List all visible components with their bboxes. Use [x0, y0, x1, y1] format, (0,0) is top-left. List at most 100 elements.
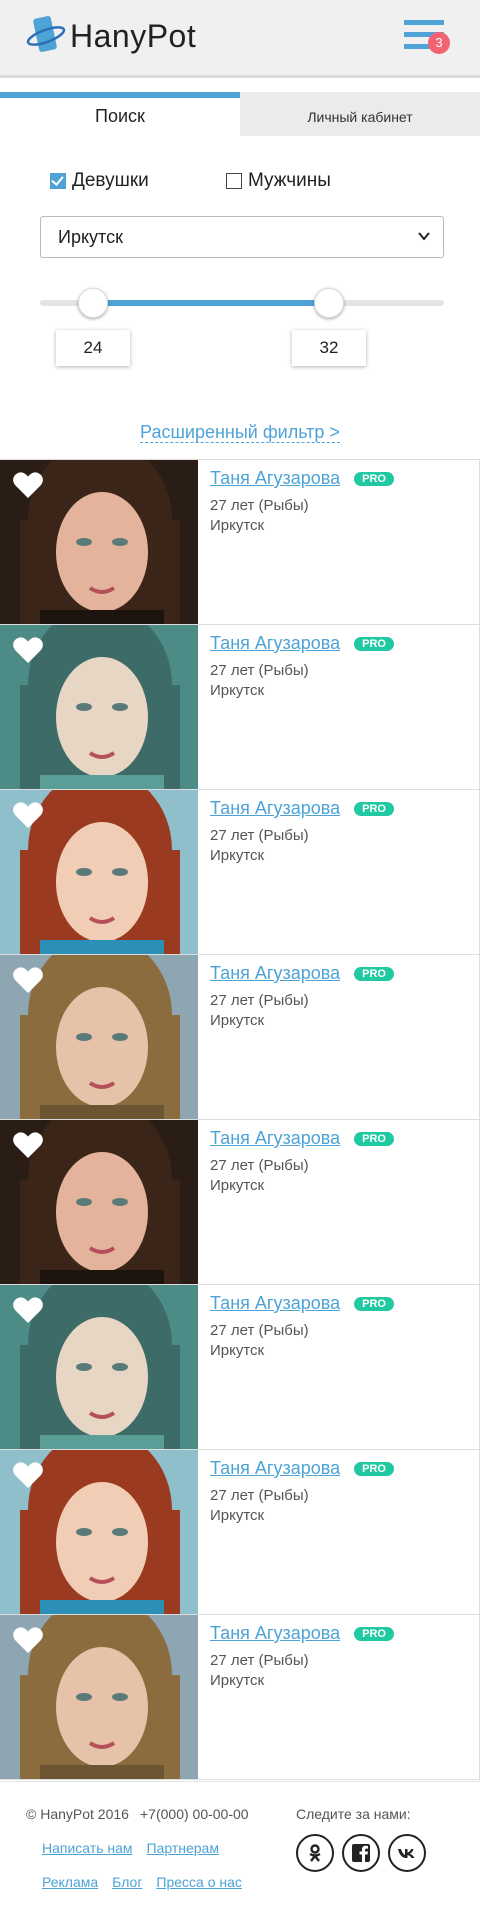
follow-label: Следите за нами: [296, 1806, 411, 1822]
footer: © HanyPot 2016 +7(000) 00-00-00 Следите … [0, 1781, 480, 1908]
profile-city: Иркутск [210, 682, 265, 699]
pro-badge: PRO [354, 636, 394, 651]
brand-name: HanyPot [70, 17, 197, 54]
profile-photo[interactable] [0, 1285, 198, 1449]
menu-button[interactable]: 3 [404, 20, 450, 56]
profile-age: 27 лет (Рыбы) [210, 1652, 309, 1669]
gender-girls-label: Девушки [72, 170, 149, 191]
heart-icon[interactable] [12, 800, 44, 830]
heart-icon[interactable] [12, 470, 44, 500]
pro-badge: PRO [354, 471, 394, 486]
profile-photo[interactable] [0, 1120, 198, 1284]
heart-icon[interactable] [12, 1295, 44, 1325]
profile-city: Иркутск [210, 1177, 265, 1194]
profile-info: Таня Агузарова PRO 27 лет (Рыбы) Иркутск [210, 963, 394, 1029]
city-select-value: Иркутск [58, 227, 123, 247]
profile-photo[interactable] [0, 790, 198, 954]
pro-badge: PRO [354, 1461, 394, 1476]
pro-badge: PRO [354, 1626, 394, 1641]
footer-link-contact[interactable]: Написать нам [42, 1840, 133, 1856]
age-min-handle[interactable] [78, 288, 108, 318]
profile-photo[interactable] [0, 955, 198, 1119]
footer-links-row-2: Реклама Блог Пресса о нас [42, 1874, 242, 1890]
footer-link-ads[interactable]: Реклама [42, 1874, 98, 1890]
pro-badge: PRO [354, 1131, 394, 1146]
age-max-value: 32 [292, 330, 366, 366]
profile-card[interactable]: Таня Агузарова PRO 27 лет (Рыбы) Иркутск [0, 790, 480, 955]
profile-photo[interactable] [0, 460, 198, 624]
profile-name-link[interactable]: Таня Агузарова [210, 1623, 340, 1644]
phone-number: +7(000) 00-00-00 [140, 1806, 249, 1822]
tab-search[interactable]: Поиск [0, 92, 240, 136]
phone-logo-icon [26, 14, 68, 58]
profile-city: Иркутск [210, 847, 265, 864]
profile-card[interactable]: Таня Агузарова PRO 27 лет (Рыбы) Иркутск [0, 1120, 480, 1285]
notification-badge: 3 [428, 32, 450, 54]
tabs: Поиск Личный кабинет [0, 92, 480, 136]
profile-name-link[interactable]: Таня Агузарова [210, 1128, 340, 1149]
profile-info: Таня Агузарова PRO 27 лет (Рыбы) Иркутск [210, 798, 394, 864]
profile-card[interactable]: Таня Агузарова PRO 27 лет (Рыбы) Иркутск [0, 460, 480, 625]
profile-photo[interactable] [0, 625, 198, 789]
profile-name-link[interactable]: Таня Агузарова [210, 1458, 340, 1479]
logo[interactable]: HanyPot [26, 14, 196, 58]
profile-name-link[interactable]: Таня Агузарова [210, 798, 340, 819]
age-min-value: 24 [56, 330, 130, 366]
facebook-icon[interactable] [342, 1834, 380, 1872]
footer-link-blog[interactable]: Блог [112, 1874, 142, 1890]
profile-age: 27 лет (Рыбы) [210, 1157, 309, 1174]
checkbox-checked[interactable] [50, 173, 66, 189]
profile-card[interactable]: Таня Агузарова PRO 27 лет (Рыбы) Иркутск [0, 1615, 480, 1780]
age-range-fill [92, 300, 328, 306]
profile-card[interactable]: Таня Агузарова PRO 27 лет (Рыбы) Иркутск [0, 625, 480, 790]
profile-card[interactable]: Таня Агузарова PRO 27 лет (Рыбы) Иркутск [0, 1450, 480, 1615]
heart-icon[interactable] [12, 635, 44, 665]
pro-badge: PRO [354, 966, 394, 981]
profile-city: Иркутск [210, 1672, 265, 1689]
profile-name-link[interactable]: Таня Агузарова [210, 963, 340, 984]
profile-card[interactable]: Таня Агузарова PRO 27 лет (Рыбы) Иркутск [0, 1285, 480, 1450]
profile-info: Таня Агузарова PRO 27 лет (Рыбы) Иркутск [210, 1128, 394, 1194]
age-max-handle[interactable] [314, 288, 344, 318]
profile-age: 27 лет (Рыбы) [210, 662, 309, 679]
copyright: © HanyPot 2016 [26, 1806, 129, 1822]
profile-info: Таня Агузарова PRO 27 лет (Рыбы) Иркутск [210, 1293, 394, 1359]
heart-icon[interactable] [12, 965, 44, 995]
profile-info: Таня Агузарова PRO 27 лет (Рыбы) Иркутск [210, 1623, 394, 1689]
gender-men-checkbox[interactable]: Мужчины [226, 170, 331, 192]
profile-age: 27 лет (Рыбы) [210, 827, 309, 844]
profile-name-link[interactable]: Таня Агузарова [210, 468, 340, 489]
profile-info: Таня Агузарова PRO 27 лет (Рыбы) Иркутск [210, 468, 394, 534]
extended-filter: Расширенный фильтр > [0, 422, 480, 443]
chevron-down-icon [418, 232, 430, 241]
heart-icon[interactable] [12, 1130, 44, 1160]
profile-list: Таня Агузарова PRO 27 лет (Рыбы) Иркутск Тан… [0, 459, 480, 1780]
extended-filter-link[interactable]: Расширенный фильтр > [140, 422, 340, 443]
profile-photo[interactable] [0, 1615, 198, 1779]
profile-info: Таня Агузарова PRO 27 лет (Рыбы) Иркутск [210, 633, 394, 699]
header: HanyPot 3 [0, 0, 480, 78]
profile-age: 27 лет (Рыбы) [210, 1487, 309, 1504]
tab-personal-cabinet[interactable]: Личный кабинет [240, 92, 480, 136]
profile-name-link[interactable]: Таня Агузарова [210, 1293, 340, 1314]
profile-city: Иркутск [210, 517, 265, 534]
vk-icon[interactable] [388, 1834, 426, 1872]
odnoklassniki-icon[interactable] [296, 1834, 334, 1872]
profile-card[interactable]: Таня Агузарова PRO 27 лет (Рыбы) Иркутск [0, 955, 480, 1120]
profile-age: 27 лет (Рыбы) [210, 992, 309, 1009]
pro-badge: PRO [354, 801, 394, 816]
profile-info: Таня Агузарова PRO 27 лет (Рыбы) Иркутск [210, 1458, 394, 1524]
footer-link-press[interactable]: Пресса о нас [156, 1874, 242, 1890]
heart-icon[interactable] [12, 1625, 44, 1655]
heart-icon[interactable] [12, 1460, 44, 1490]
profile-name-link[interactable]: Таня Агузарова [210, 633, 340, 654]
profile-photo[interactable] [0, 1450, 198, 1614]
footer-link-partners[interactable]: Партнерам [147, 1840, 219, 1856]
city-select[interactable]: Иркутск [40, 216, 444, 258]
gender-girls-checkbox[interactable]: Девушки [50, 170, 149, 192]
checkbox-unchecked[interactable] [226, 173, 242, 189]
profile-age: 27 лет (Рыбы) [210, 497, 309, 514]
gender-men-label: Мужчины [248, 170, 331, 191]
footer-links-row-1: Написать нам Партнерам [42, 1840, 219, 1856]
pro-badge: PRO [354, 1296, 394, 1311]
